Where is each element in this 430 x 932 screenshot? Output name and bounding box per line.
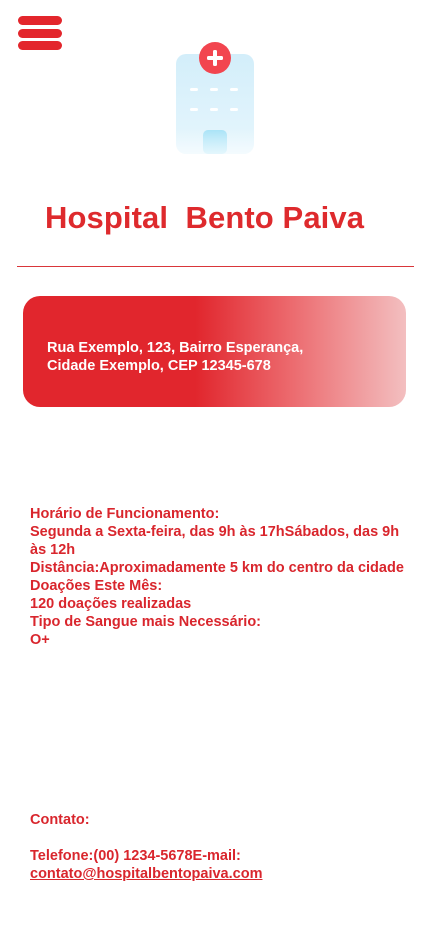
address-text: Rua Exemplo, 123, Bairro Esperança, Cida… <box>47 339 303 375</box>
email-link[interactable]: contato@hospitalbentopaiva.com <box>30 865 410 883</box>
menu-button[interactable] <box>18 16 62 50</box>
hamburger-menu-icon <box>18 16 62 25</box>
blood-type-value: O+ <box>30 632 50 648</box>
contact-block: Contato: Telefone:(00) 1234-5678E-mail: … <box>30 811 410 883</box>
distance-text: Distância:Aproximadamente 5 km do centro… <box>30 560 404 576</box>
page-title: Hospital Bento Paiva <box>45 200 365 235</box>
phone-email-text: Telefone:(00) 1234-5678E-mail: <box>30 848 241 864</box>
address-line-2: Cidade Exemplo, CEP 12345-678 <box>47 358 271 374</box>
info-block: Horário de Funcionamento: Segunda a Sext… <box>30 505 410 649</box>
address-line-1: Rua Exemplo, 123, Bairro Esperança, <box>47 340 304 356</box>
hospital-building-icon <box>172 42 258 154</box>
hours-value: Segunda a Sexta-feira, das 9h às 17hSába… <box>30 524 400 558</box>
donations-value: 120 doações realizadas <box>30 596 192 612</box>
contact-label: Contato: <box>30 812 90 828</box>
donations-label: Doações Este Mês: <box>30 578 163 594</box>
blood-type-label: Tipo de Sangue mais Necessário: <box>30 614 262 630</box>
hours-label: Horário de Funcionamento: <box>30 506 220 522</box>
address-card: Rua Exemplo, 123, Bairro Esperança, Cida… <box>23 296 406 407</box>
divider <box>17 266 414 267</box>
